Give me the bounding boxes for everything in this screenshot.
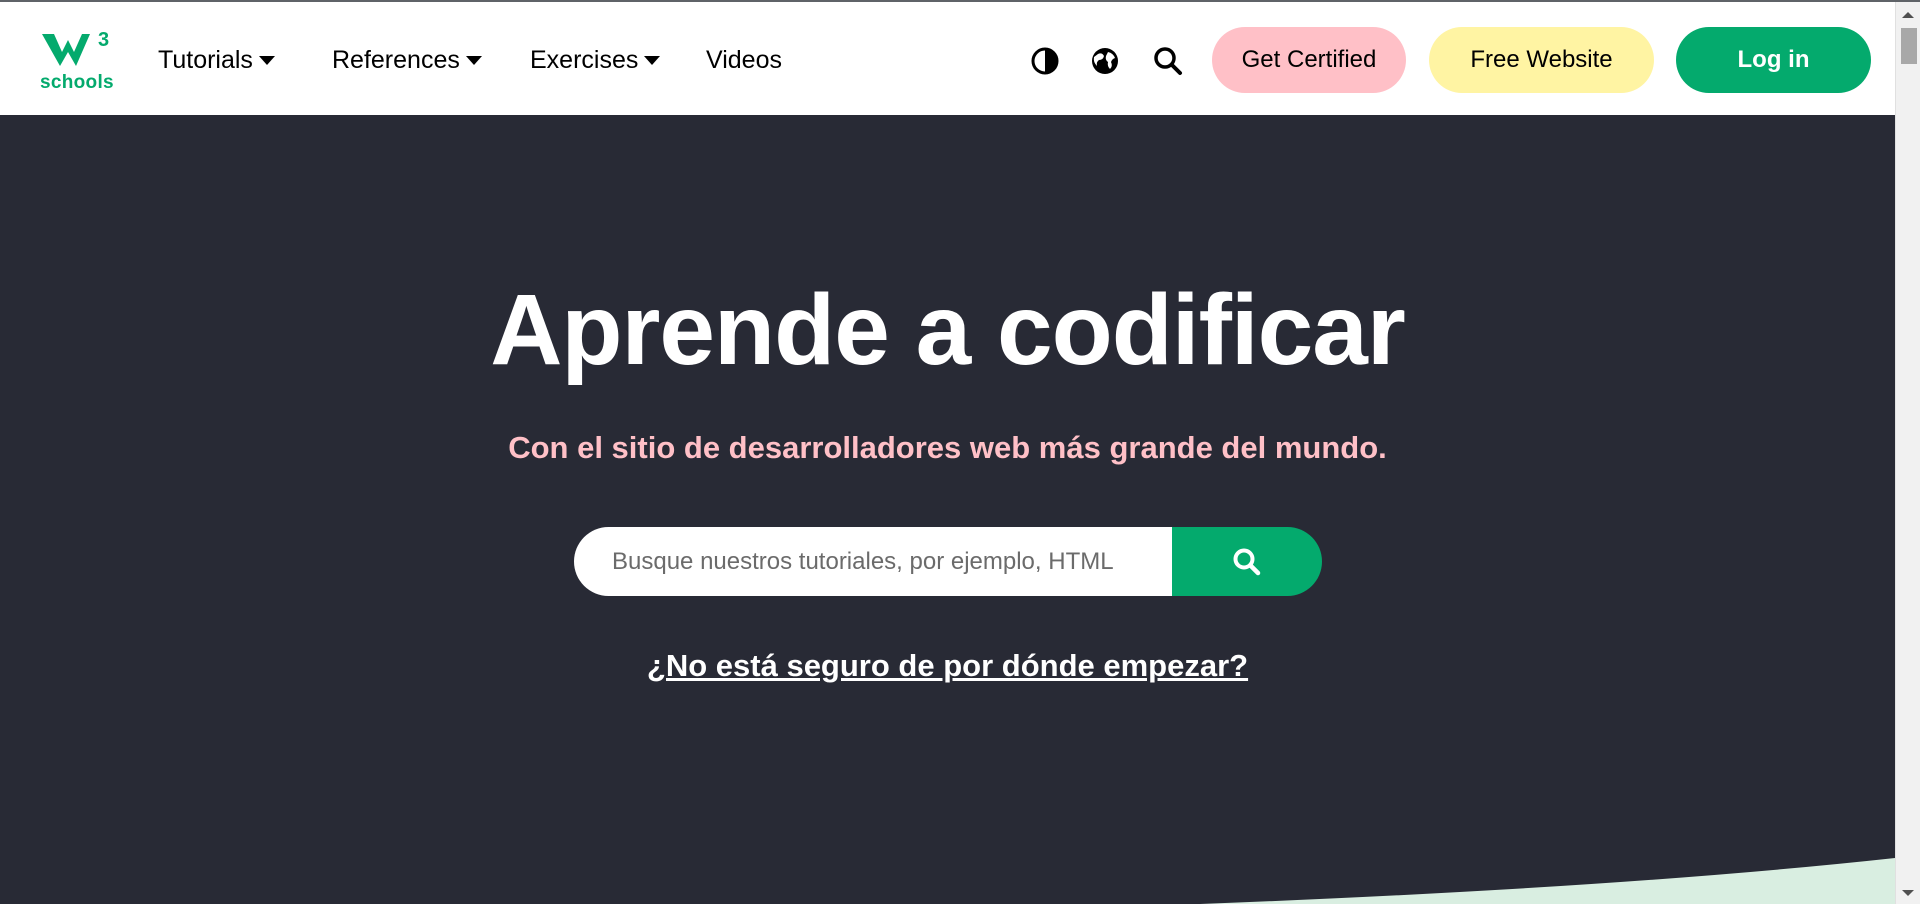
nav-exercises-label: Exercises	[530, 45, 639, 74]
hero-title: Aprende a codificar	[490, 274, 1406, 386]
svg-text:3: 3	[98, 29, 109, 51]
w3-logo-icon: 3	[42, 29, 109, 66]
nav-tutorials[interactable]: Tutorials	[158, 42, 275, 78]
nav-videos[interactable]: Videos	[706, 42, 782, 78]
where-to-start-link[interactable]: ¿No está seguro de por dónde empezar?	[0, 648, 1895, 684]
top-navbar: 3 schools Tutorials References Exercises…	[0, 2, 1895, 115]
caret-down-icon	[465, 55, 482, 65]
nav-references-label: References	[332, 45, 460, 74]
nav-exercises[interactable]: Exercises	[530, 42, 661, 78]
caret-down-icon	[258, 55, 275, 65]
logo-text: schools	[40, 72, 114, 93]
vertical-scrollbar[interactable]	[1895, 2, 1920, 904]
tutorial-search-input[interactable]	[574, 527, 1174, 596]
tutorial-search-button[interactable]	[1172, 527, 1322, 596]
search-icon[interactable]	[1153, 46, 1183, 76]
caret-down-icon	[644, 55, 661, 65]
scroll-down-icon[interactable]	[1902, 890, 1914, 896]
scroll-up-icon[interactable]	[1902, 12, 1914, 18]
nav-tutorials-label: Tutorials	[158, 45, 253, 74]
globe-icon[interactable]	[1090, 46, 1120, 76]
hero-subtitle: Con el sitio de desarrolladores web más …	[508, 430, 1387, 465]
nav-references[interactable]: References	[332, 42, 482, 78]
nav-videos-label: Videos	[706, 45, 782, 74]
search-icon	[1233, 548, 1261, 575]
login-button[interactable]: Log in	[1676, 27, 1871, 93]
decorative-wave	[1200, 858, 1895, 904]
contrast-icon[interactable]	[1030, 46, 1060, 76]
scroll-thumb[interactable]	[1901, 28, 1917, 64]
get-certified-button[interactable]: Get Certified	[1212, 27, 1406, 93]
tutorial-search	[574, 527, 1322, 596]
free-website-button[interactable]: Free Website	[1429, 27, 1654, 93]
w3schools-logo[interactable]: 3 schools	[40, 28, 114, 96]
